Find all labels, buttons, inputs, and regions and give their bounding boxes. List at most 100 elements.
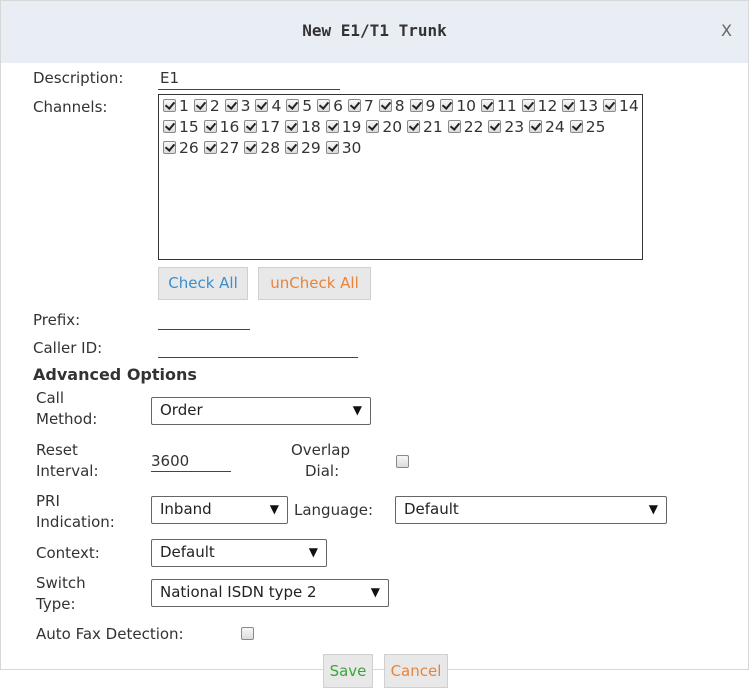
reset-interval-label-line2: Interval: (36, 462, 99, 480)
channel-item[interactable]: 2 (193, 97, 220, 115)
channel-item[interactable]: 30 (325, 139, 361, 157)
channel-item[interactable]: 29 (285, 139, 321, 157)
channel-checkbox[interactable] (603, 99, 616, 112)
chevron-down-icon: ▼ (308, 545, 318, 559)
prefix-field[interactable] (158, 311, 250, 330)
cancel-button[interactable]: Cancel (384, 654, 448, 688)
chevron-down-icon: ▼ (269, 502, 279, 516)
channel-checkbox[interactable] (317, 99, 331, 112)
overlap-dial-checkbox[interactable] (396, 455, 409, 468)
channel-item[interactable]: 9 (409, 97, 435, 115)
channel-checkbox[interactable] (203, 141, 217, 154)
channel-label: 16 (219, 118, 240, 136)
channel-item[interactable]: 8 (378, 97, 405, 115)
channel-checkbox[interactable] (325, 141, 339, 154)
channel-checkbox[interactable] (562, 99, 576, 112)
channel-item[interactable]: 22 (447, 118, 483, 136)
channels-box: 1 2 3 4 5 6 7 8 9 10 11 12 13 14 15 16 1… (158, 94, 643, 260)
channel-checkbox[interactable] (569, 120, 583, 133)
channel-item[interactable]: 10 (440, 97, 476, 115)
description-field[interactable]: E1 (158, 69, 340, 90)
prefix-label: Prefix: (33, 311, 81, 329)
channel-checkbox[interactable] (244, 120, 258, 133)
channel-item[interactable]: 4 (255, 97, 281, 115)
channel-item[interactable]: 20 (366, 118, 402, 136)
language-label: Language: (294, 501, 374, 519)
channel-checkbox[interactable] (224, 99, 238, 112)
reset-interval-field[interactable]: 3600 (151, 452, 231, 472)
channel-checkbox[interactable] (347, 99, 361, 112)
caller-id-field[interactable] (158, 339, 358, 358)
save-button[interactable]: Save (323, 654, 373, 688)
channel-label: 1 (179, 97, 189, 115)
channel-item[interactable]: 24 (529, 118, 565, 136)
channel-label: 15 (179, 118, 199, 136)
channel-item[interactable]: 11 (480, 97, 517, 115)
channel-checkbox[interactable] (285, 141, 299, 154)
channel-item[interactable]: 3 (224, 97, 251, 115)
pri-indication-value: Inband (160, 500, 212, 518)
channel-checkbox[interactable] (203, 120, 217, 133)
channel-checkbox[interactable] (366, 120, 380, 133)
context-select[interactable]: Default ▼ (151, 539, 327, 567)
description-label: Description: (33, 69, 124, 87)
switch-type-select[interactable]: National ISDN type 2 ▼ (151, 579, 389, 607)
channel-checkbox[interactable] (244, 141, 258, 154)
channel-item[interactable]: 28 (244, 139, 280, 157)
switch-type-label-line2: Type: (36, 595, 76, 613)
channel-item[interactable]: 15 (163, 118, 199, 136)
auto-fax-detection-checkbox[interactable] (240, 627, 254, 640)
channel-checkbox[interactable] (285, 120, 299, 133)
channel-item[interactable]: 18 (285, 118, 321, 136)
channel-checkbox[interactable] (325, 120, 339, 133)
pri-indication-label-line1: PRI (36, 492, 60, 510)
channel-item[interactable]: 17 (244, 118, 280, 136)
check-all-button[interactable]: Check All (158, 267, 248, 300)
channel-item[interactable]: 21 (407, 118, 443, 136)
channel-checkbox[interactable] (407, 120, 421, 133)
channel-checkbox[interactable] (480, 99, 494, 112)
close-icon[interactable]: X (721, 21, 732, 40)
channel-label: 18 (301, 118, 321, 136)
channel-item[interactable]: 19 (325, 118, 361, 136)
channel-checkbox[interactable] (255, 99, 269, 112)
channel-checkbox[interactable] (409, 99, 423, 112)
channel-item[interactable]: 12 (521, 97, 558, 115)
channel-item[interactable]: 6 (317, 97, 343, 115)
context-value: Default (160, 543, 215, 561)
channel-item[interactable]: 5 (286, 97, 312, 115)
channel-checkbox[interactable] (163, 99, 176, 112)
channel-item[interactable]: 25 (569, 118, 605, 136)
channel-item[interactable]: 13 (562, 97, 598, 115)
channel-label: 20 (382, 118, 403, 136)
channel-checkbox[interactable] (447, 120, 461, 133)
channel-checkbox[interactable] (286, 99, 300, 112)
channel-item[interactable]: 7 (347, 97, 374, 115)
channel-label: 5 (302, 97, 313, 115)
channel-checkbox[interactable] (488, 120, 502, 133)
channel-item[interactable]: 1 (163, 97, 189, 115)
channel-item[interactable]: 16 (203, 118, 240, 136)
channel-label: 2 (209, 97, 220, 115)
channel-checkbox[interactable] (163, 120, 176, 133)
channel-checkbox[interactable] (378, 99, 392, 112)
channel-checkbox[interactable] (529, 120, 543, 133)
overlap-dial-label-line1: Overlap (291, 441, 350, 459)
channel-label: 21 (423, 118, 443, 136)
channel-label: 12 (537, 97, 558, 115)
channel-item[interactable]: 26 (163, 139, 199, 157)
channel-item[interactable]: 14 (603, 97, 639, 115)
channel-checkbox[interactable] (163, 141, 176, 154)
pri-indication-select[interactable]: Inband ▼ (151, 496, 288, 524)
call-method-select[interactable]: Order ▼ (151, 397, 371, 425)
channel-checkbox[interactable] (193, 99, 207, 112)
channel-checkbox[interactable] (521, 99, 535, 112)
language-select[interactable]: Default ▼ (395, 496, 667, 524)
uncheck-all-button[interactable]: unCheck All (258, 267, 371, 300)
channel-item[interactable]: 27 (203, 139, 239, 157)
channel-checkbox[interactable] (440, 99, 454, 112)
dialog-title: New E1/T1 Trunk (302, 21, 447, 40)
channel-item[interactable]: 23 (488, 118, 524, 136)
chevron-down-icon: ▼ (370, 585, 380, 599)
channel-label: 7 (363, 97, 374, 115)
